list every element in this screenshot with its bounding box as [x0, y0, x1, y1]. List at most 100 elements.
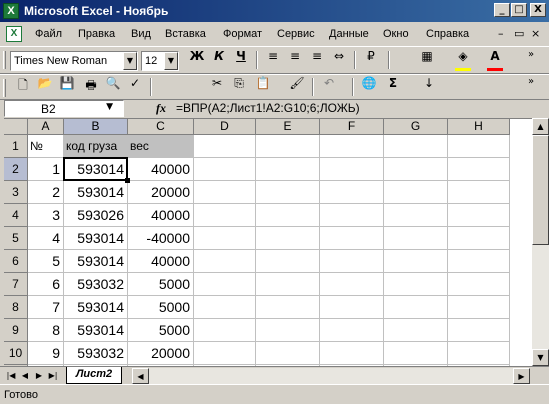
column-header-b[interactable]: B: [64, 119, 128, 135]
row-header[interactable]: 4: [4, 204, 28, 227]
bold-button[interactable]: Ж: [186, 49, 208, 71]
open-icon[interactable]: 📂: [34, 76, 56, 98]
cell-e2[interactable]: [256, 158, 320, 181]
menu-help[interactable]: Справка: [426, 28, 469, 40]
menu-data[interactable]: Данные: [329, 28, 369, 40]
first-sheet-icon[interactable]: |◀: [4, 369, 18, 382]
formula-input[interactable]: =ВПР(A2;Лист1!A2:G10;6;ЛОЖЬ): [176, 101, 360, 115]
column-header-h[interactable]: H: [448, 119, 510, 135]
cell-a3[interactable]: 2: [28, 181, 64, 204]
cell-g5[interactable]: [384, 227, 448, 250]
currency-button[interactable]: ₽: [360, 49, 382, 71]
row-header[interactable]: 2: [4, 158, 28, 181]
cell-b2[interactable]: 593014: [64, 158, 128, 181]
cell-d10[interactable]: [194, 342, 256, 365]
cell-h8[interactable]: [448, 296, 510, 319]
minimize-button[interactable]: _: [494, 3, 510, 17]
maximize-button[interactable]: □: [511, 3, 527, 17]
cell-b3[interactable]: 593014: [64, 181, 128, 204]
row-header[interactable]: 3: [4, 181, 28, 204]
menu-tools[interactable]: Сервис: [277, 28, 315, 40]
select-all-corner[interactable]: [4, 119, 28, 135]
cell-b7[interactable]: 593032: [64, 273, 128, 296]
menu-insert[interactable]: Вставка: [165, 28, 206, 40]
cell-e5[interactable]: [256, 227, 320, 250]
paste-icon[interactable]: 📋: [252, 76, 274, 98]
cell-d2[interactable]: [194, 158, 256, 181]
undo-icon[interactable]: ↶: [318, 76, 340, 98]
cell-c4[interactable]: 40000: [128, 204, 194, 227]
column-header-d[interactable]: D: [194, 119, 256, 135]
cell-b9[interactable]: 593014: [64, 319, 128, 342]
align-left-button[interactable]: ≡: [262, 49, 284, 71]
cell-f1[interactable]: [320, 135, 384, 158]
menu-view[interactable]: Вид: [131, 28, 151, 40]
cell-d3[interactable]: [194, 181, 256, 204]
cell-c9[interactable]: 5000: [128, 319, 194, 342]
row-header[interactable]: 5: [4, 227, 28, 250]
cell-a8[interactable]: 7: [28, 296, 64, 319]
cell-h10[interactable]: [448, 342, 510, 365]
cell-d4[interactable]: [194, 204, 256, 227]
italic-button[interactable]: К: [208, 49, 230, 71]
cell-c2[interactable]: 40000: [128, 158, 194, 181]
cell-g2[interactable]: [384, 158, 448, 181]
cell-a4[interactable]: 3: [28, 204, 64, 227]
cell-c6[interactable]: 40000: [128, 250, 194, 273]
next-sheet-icon[interactable]: ▶: [32, 369, 46, 382]
mdi-restore-button[interactable]: ▭: [514, 27, 524, 40]
cell-f5[interactable]: [320, 227, 384, 250]
row-header[interactable]: 7: [4, 273, 28, 296]
chevron-down-icon[interactable]: ▼: [164, 52, 178, 70]
cell-h3[interactable]: [448, 181, 510, 204]
cut-icon[interactable]: ✂: [206, 76, 228, 98]
cell-e10[interactable]: [256, 342, 320, 365]
row-header[interactable]: 6: [4, 250, 28, 273]
menu-window[interactable]: Окно: [383, 28, 409, 40]
column-header-a[interactable]: A: [28, 119, 64, 135]
cell-f9[interactable]: [320, 319, 384, 342]
hyperlink-icon[interactable]: 🌐: [358, 76, 380, 98]
row-header[interactable]: 1: [4, 135, 28, 158]
cell-a2[interactable]: 1: [28, 158, 64, 181]
cell-e3[interactable]: [256, 181, 320, 204]
menu-file[interactable]: Файл: [35, 28, 62, 40]
cell-f7[interactable]: [320, 273, 384, 296]
column-header-c[interactable]: C: [128, 119, 194, 135]
format-painter-icon[interactable]: 🖌: [286, 76, 308, 98]
cell-g9[interactable]: [384, 319, 448, 342]
copy-icon[interactable]: ⎘: [228, 76, 250, 98]
cell-f3[interactable]: [320, 181, 384, 204]
font-size-select[interactable]: 12 ▼: [141, 51, 179, 71]
cell-g1[interactable]: [384, 135, 448, 158]
row-header[interactable]: 9: [4, 319, 28, 342]
scroll-left-icon[interactable]: ◀: [132, 368, 149, 384]
new-icon[interactable]: 🗋: [12, 76, 34, 98]
borders-button[interactable]: ▦: [416, 49, 438, 71]
cell-d9[interactable]: [194, 319, 256, 342]
cell-c10[interactable]: 20000: [128, 342, 194, 365]
cell-c1[interactable]: вес: [128, 135, 194, 158]
cell-a9[interactable]: 8: [28, 319, 64, 342]
mdi-minimize-button[interactable]: –: [498, 27, 504, 40]
cell-e1[interactable]: [256, 135, 320, 158]
worksheet-grid[interactable]: A B C D E F G H 1 № код груза вес 2 1 593014 40000 3 2 593…: [4, 118, 549, 366]
horizontal-scrollbar[interactable]: ◀ ▶: [132, 368, 530, 384]
chevron-down-icon[interactable]: ▼: [123, 52, 137, 70]
cell-d7[interactable]: [194, 273, 256, 296]
last-sheet-icon[interactable]: ▶|: [46, 369, 60, 382]
toolbar-grip[interactable]: [3, 51, 6, 69]
column-header-g[interactable]: G: [384, 119, 448, 135]
toolbar-grip[interactable]: [3, 79, 6, 97]
cell-a7[interactable]: 6: [28, 273, 64, 296]
toolbar-options-icon[interactable]: »: [520, 49, 542, 71]
cell-f6[interactable]: [320, 250, 384, 273]
cell-c7[interactable]: 5000: [128, 273, 194, 296]
cell-b1[interactable]: код груза: [64, 135, 128, 158]
cell-b4[interactable]: 593026: [64, 204, 128, 227]
cell-d8[interactable]: [194, 296, 256, 319]
cell-h2[interactable]: [448, 158, 510, 181]
cell-d5[interactable]: [194, 227, 256, 250]
cell-e6[interactable]: [256, 250, 320, 273]
sort-icon[interactable]: ↓: [418, 76, 440, 98]
